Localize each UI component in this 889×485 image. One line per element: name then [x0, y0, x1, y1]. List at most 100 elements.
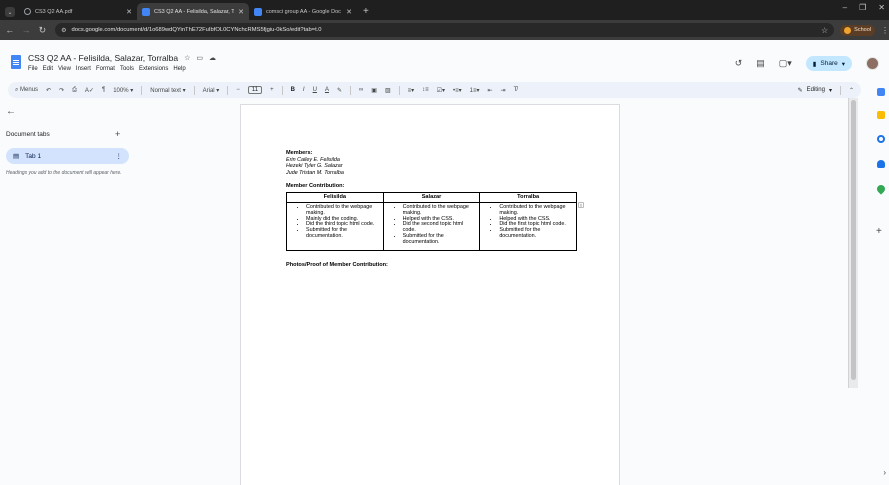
print-icon[interactable]: ⎙: [72, 87, 77, 94]
table-header-cell[interactable]: Felisilda: [286, 191, 384, 203]
zoom-select[interactable]: 100% ▾: [113, 87, 133, 94]
version-history-icon[interactable]: ↺: [735, 58, 743, 69]
toolbar-divider: [281, 85, 283, 95]
url-input[interactable]: ⚙ docs.google.com/document/d/1o689wdQYin…: [55, 23, 835, 37]
redo-icon[interactable]: ↷: [59, 87, 64, 94]
doc-title[interactable]: CS3 Q2 AA - Felisilda, Salazar, Torralba: [28, 53, 178, 63]
site-info-icon[interactable]: ⚙: [61, 27, 66, 34]
add-tab-button[interactable]: +: [115, 129, 120, 139]
clear-formatting-icon[interactable]: T̸: [514, 87, 518, 93]
line-spacing-icon[interactable]: ↕≡: [422, 87, 429, 93]
bookmark-star-icon[interactable]: ☆: [821, 26, 828, 35]
scrollbar-thumb[interactable]: [851, 100, 856, 380]
close-tab-icon[interactable]: ✕: [238, 8, 244, 16]
decrease-indent-icon[interactable]: ⇤: [488, 87, 493, 94]
move-folder-icon[interactable]: ▭: [196, 54, 203, 62]
vertical-scrollbar[interactable]: [848, 98, 858, 388]
add-ons-plus-icon[interactable]: +: [876, 226, 882, 237]
share-button[interactable]: ▮ Share ▾: [805, 56, 852, 71]
maximize-button[interactable]: ❐: [859, 3, 866, 12]
browser-tab-pdf[interactable]: CS3 Q2 AA.pdf ✕: [19, 3, 137, 20]
checklist-icon[interactable]: ☑▾: [437, 87, 445, 94]
menu-file[interactable]: File: [28, 66, 38, 72]
style-select[interactable]: Normal text ▾: [150, 87, 185, 94]
menu-view[interactable]: View: [58, 66, 71, 72]
browser-menu-icon[interactable]: ⋮: [881, 26, 889, 35]
link-icon[interactable]: ∞: [359, 87, 363, 93]
docs-logo-icon[interactable]: [11, 55, 21, 69]
underline-icon[interactable]: U: [313, 87, 317, 93]
meet-icon[interactable]: ▢▾: [779, 58, 792, 69]
tab-options-icon[interactable]: ⋮: [116, 152, 123, 160]
table-cell[interactable]: Contributed to the webpage making. Helpe…: [479, 201, 577, 251]
paint-format-icon[interactable]: ¶: [102, 87, 105, 93]
account-avatar[interactable]: [866, 57, 879, 70]
reload-icon[interactable]: ↻: [36, 25, 49, 36]
bulleted-list-icon[interactable]: •≡▾: [453, 87, 462, 94]
menus-search[interactable]: ⌕ Menus: [15, 87, 38, 94]
image-icon[interactable]: ▨: [385, 87, 391, 94]
menu-format[interactable]: Format: [96, 66, 115, 72]
contacts-icon[interactable]: [877, 160, 885, 168]
table-cell[interactable]: Contributed to the webpage making. Helpe…: [382, 201, 481, 251]
undo-icon[interactable]: ↶: [46, 87, 51, 94]
back-arrow-icon[interactable]: ←: [3, 25, 16, 35]
table-cell[interactable]: Contributed to the webpage making. Mainl…: [286, 201, 384, 251]
star-icon[interactable]: ☆: [184, 54, 190, 62]
forward-arrow-icon[interactable]: →: [19, 25, 32, 35]
menu-edit[interactable]: Edit: [43, 66, 53, 72]
numbered-list-icon[interactable]: 1≡▾: [470, 87, 480, 94]
font-size-input[interactable]: 11: [247, 86, 263, 94]
italic-icon[interactable]: I: [303, 87, 305, 93]
table-header-cell[interactable]: Torralba: [479, 191, 577, 203]
maps-icon[interactable]: [875, 183, 887, 195]
tab-search-button[interactable]: ⌄: [5, 7, 15, 17]
editing-mode-select[interactable]: ✎ Editing ▾: [798, 87, 832, 94]
spellcheck-icon[interactable]: A✓: [85, 87, 94, 94]
menu-bar: File Edit View Insert Format Tools Exten…: [28, 66, 186, 72]
member-name: Hezeki Tyler G. Salazar: [286, 163, 343, 170]
align-icon[interactable]: ≡▾: [408, 87, 415, 94]
font-select[interactable]: Arial ▾: [203, 87, 220, 94]
tasks-icon[interactable]: [877, 135, 885, 143]
menu-tools[interactable]: Tools: [120, 66, 134, 72]
text-color-icon[interactable]: A: [325, 87, 329, 93]
collapse-toolbar-icon[interactable]: ⌃: [849, 87, 854, 94]
new-tab-button[interactable]: +: [357, 3, 375, 20]
chevron-right-icon[interactable]: ›: [883, 468, 886, 477]
minimize-button[interactable]: –: [843, 3, 847, 12]
menu-help[interactable]: Help: [173, 66, 185, 72]
decrease-font-size-button[interactable]: −: [236, 87, 240, 93]
highlight-icon[interactable]: ✎: [337, 87, 342, 94]
close-window-button[interactable]: ✕: [878, 3, 885, 12]
contribution-table[interactable]: Felisilda Salazar Torralba Contributed t…: [286, 191, 577, 251]
bold-icon[interactable]: B: [291, 87, 295, 93]
calendar-icon[interactable]: [877, 88, 885, 96]
close-tab-icon[interactable]: ✕: [346, 8, 352, 16]
increase-font-size-button[interactable]: +: [270, 87, 274, 93]
cloud-status-icon[interactable]: ☁: [209, 54, 216, 62]
close-tab-icon[interactable]: ✕: [126, 8, 132, 16]
member-name: Jude Tristan M. Torralba: [286, 169, 344, 176]
browser-tab-doc-active[interactable]: CS3 Q2 AA - Felisilda, Salazar, T ✕: [137, 3, 249, 20]
lock-icon: ▮: [812, 60, 817, 68]
table-handle-icon[interactable]: ⠿: [578, 202, 584, 208]
document-body[interactable]: Members: Erin Cailey E. Felisilda Hezeki…: [286, 150, 582, 268]
keep-icon[interactable]: [877, 111, 885, 119]
back-arrow-icon[interactable]: ←: [6, 106, 16, 117]
menu-insert[interactable]: Insert: [76, 66, 91, 72]
increase-indent-icon[interactable]: ⇥: [501, 87, 506, 94]
document-page[interactable]: Members: Erin Cailey E. Felisilda Hezeki…: [240, 104, 620, 485]
comment-icon[interactable]: ▣: [371, 87, 377, 94]
list-item: Submitted for the documentation.: [306, 227, 380, 240]
table-header-cell[interactable]: Salazar: [382, 191, 481, 203]
document-tabs-heading: Document tabs: [6, 131, 50, 138]
menus-label: Menus: [20, 86, 39, 93]
table-row: Contributed to the webpage making. Mainl…: [286, 201, 577, 251]
profile-button[interactable]: School: [840, 24, 875, 36]
sidebar-item-tab-1[interactable]: ▤ Tab 1 ⋮: [6, 148, 129, 164]
browser-tab-comsci[interactable]: comsci group AA - Google Doc ✕: [249, 3, 357, 20]
menu-extensions[interactable]: Extensions: [139, 66, 168, 72]
toolbar-divider: [398, 85, 400, 95]
comments-icon[interactable]: ▤: [756, 58, 765, 69]
